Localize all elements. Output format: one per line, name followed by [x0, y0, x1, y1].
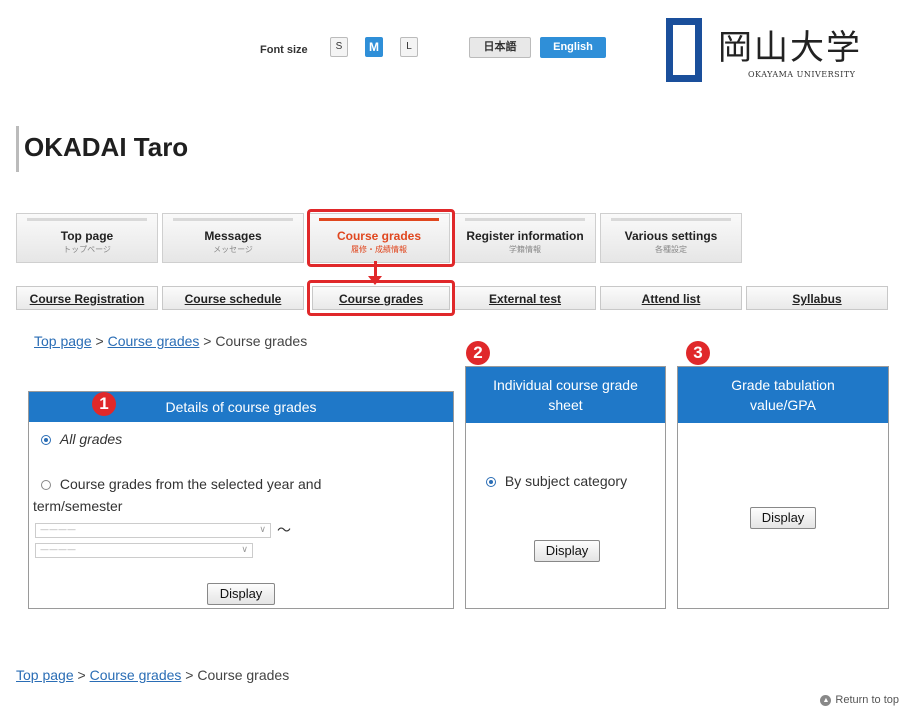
select-value: ———— — [40, 545, 76, 555]
radio-icon-checked — [41, 435, 51, 446]
breadcrumb-bottom: Top page > Course grades > Course grades — [16, 667, 289, 683]
nav-tab-top-page[interactable]: Top page トップページ — [16, 213, 158, 263]
radio-selected-year[interactable]: Course grades from the selected year and — [41, 476, 321, 492]
nav-tab-label: Various settings — [624, 229, 718, 243]
breadcrumb-current: Course grades — [215, 333, 308, 349]
display-button[interactable]: Display — [207, 583, 275, 605]
year-select[interactable]: ———— ∨ — [35, 523, 271, 538]
breadcrumb-link-top-page[interactable]: Top page — [34, 333, 92, 349]
breadcrumb-separator: > — [185, 667, 194, 683]
range-tilde: ～ — [277, 522, 291, 538]
chevron-down-icon: ∨ — [241, 545, 248, 555]
return-to-top-link[interactable]: ▲ Return to top — [820, 694, 899, 706]
radio-icon-checked — [486, 477, 496, 488]
step-badge-3: 3 — [686, 341, 710, 365]
panel-header: Individual course grade sheet — [466, 367, 665, 423]
font-size-large-button[interactable]: L — [400, 37, 418, 57]
display-button[interactable]: Display — [750, 507, 816, 529]
arrow-up-icon: ▲ — [820, 694, 832, 706]
radio-label: By subject category — [504, 473, 628, 489]
language-japanese-button[interactable]: 日本語 — [469, 37, 531, 58]
chevron-down-icon: ∨ — [259, 525, 266, 535]
nav-tab-sublabel: メッセージ — [213, 245, 253, 254]
breadcrumb-link-course-grades[interactable]: Course grades — [90, 667, 182, 683]
panel-header-line: Individual course grade — [493, 377, 638, 393]
nav-tab-sublabel: トップページ — [63, 245, 111, 254]
breadcrumb-separator: > — [203, 333, 212, 349]
radio-label: All grades — [59, 431, 123, 447]
display-button[interactable]: Display — [534, 540, 600, 562]
term-select[interactable]: ———— ∨ — [35, 543, 253, 558]
subnav-external-test[interactable]: External test — [454, 286, 596, 310]
nav-tab-label: Register information — [466, 229, 584, 243]
university-logo-mark — [666, 18, 702, 82]
nav-tab-messages[interactable]: Messages メッセージ — [162, 213, 304, 263]
panel-header-line: sheet — [548, 397, 583, 413]
language-english-button[interactable]: English — [540, 37, 606, 58]
name-accent-bar — [16, 126, 19, 172]
subnav-syllabus[interactable]: Syllabus — [746, 286, 888, 310]
panel-details-of-course-grades: Details of course grades All grades Cour… — [28, 391, 454, 609]
radio-icon-unchecked — [41, 480, 51, 491]
radio-label-continued: term/semester — [33, 498, 123, 514]
nav-tab-sublabel: 学籍情報 — [509, 245, 541, 254]
breadcrumb: Top page > Course grades > Course grades — [34, 333, 307, 349]
panel-individual-course-grade-sheet: Individual course grade sheet By subject… — [465, 366, 666, 609]
breadcrumb-separator: > — [95, 333, 104, 349]
user-name: OKADAI Taro — [24, 132, 189, 162]
step-badge-1: 1 — [92, 392, 116, 416]
highlight-box-subnav — [307, 280, 455, 316]
font-size-medium-button[interactable]: M — [365, 37, 383, 57]
subnav-course-registration[interactable]: Course Registration — [16, 286, 158, 310]
breadcrumb-link-top-page[interactable]: Top page — [16, 667, 74, 683]
font-size-small-button[interactable]: S — [330, 37, 348, 57]
step-badge-2: 2 — [466, 341, 490, 365]
subnav-attend-list[interactable]: Attend list — [600, 286, 742, 310]
panel-grade-tabulation-gpa: Grade tabulation value/GPA Display — [677, 366, 889, 609]
radio-all-grades[interactable]: All grades — [41, 431, 122, 447]
panel-header: Grade tabulation value/GPA — [678, 367, 888, 423]
university-logo-text: OKAYAMA UNIVERSITY — [748, 70, 856, 79]
nav-tab-sublabel: 各種設定 — [655, 245, 687, 254]
nav-tab-register-information[interactable]: Register information 学籍情報 — [454, 213, 596, 263]
nav-tab-various-settings[interactable]: Various settings 各種設定 — [600, 213, 742, 263]
subnav-course-schedule[interactable]: Course schedule — [162, 286, 304, 310]
radio-label: Course grades from the selected year and — [59, 476, 322, 492]
font-size-label: Font size — [260, 44, 308, 56]
panel-header-line: Grade tabulation — [731, 377, 835, 393]
panel-header-line: value/GPA — [750, 397, 816, 413]
select-value: ———— — [40, 525, 76, 535]
radio-by-subject-category[interactable]: By subject category — [486, 473, 627, 489]
breadcrumb-link-course-grades[interactable]: Course grades — [108, 333, 200, 349]
nav-tab-label: Messages — [204, 229, 262, 243]
highlight-box-main-tab — [307, 209, 455, 267]
university-logo-kanji: 岡山大学 — [718, 28, 862, 68]
breadcrumb-separator: > — [77, 667, 86, 683]
nav-tab-label: Top page — [60, 229, 114, 243]
return-to-top-label: Return to top — [835, 694, 899, 706]
breadcrumb-current: Course grades — [197, 667, 290, 683]
